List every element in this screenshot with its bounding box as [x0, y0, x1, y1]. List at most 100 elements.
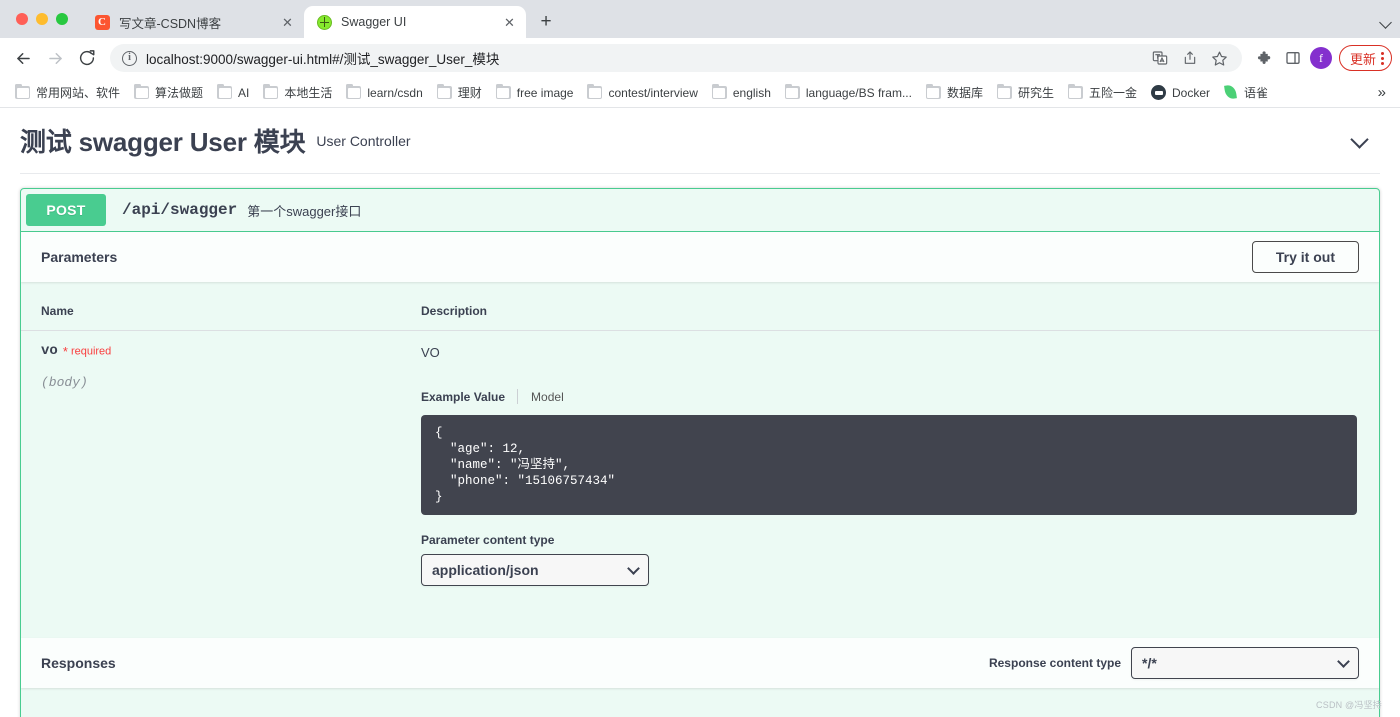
opblock-tag-header[interactable]: 测试 swagger User 模块 User Controller	[20, 108, 1380, 174]
opblock-tag-section: 测试 swagger User 模块 User Controller POST …	[0, 108, 1400, 717]
bookmark-item[interactable]: 算法做题	[127, 81, 210, 104]
maximize-window-button[interactable]	[56, 13, 68, 25]
table-header-row: Name Description	[21, 282, 1379, 331]
responses-header: Responses Response content type */*	[21, 638, 1379, 688]
parameter-content-type-select[interactable]: application/json	[421, 554, 649, 586]
parameter-location: (body)	[41, 375, 421, 390]
bookmark-item[interactable]: 数据库	[919, 81, 990, 104]
csdn-icon: C	[94, 14, 110, 30]
tab-title: Swagger UI	[341, 15, 492, 29]
bookmark-label: learn/csdn	[367, 86, 422, 100]
response-content-type-select[interactable]: */*	[1131, 647, 1359, 679]
bookmark-label: english	[733, 86, 771, 100]
column-header-name: Name	[21, 282, 421, 331]
parameter-type: VO	[421, 343, 1379, 360]
minimize-window-button[interactable]	[36, 13, 48, 25]
example-model-tabs: Example Value Model	[421, 389, 1379, 404]
bookmark-item[interactable]: 语雀	[1217, 81, 1275, 104]
parameter-name: vo * required	[41, 343, 421, 359]
response-content-type-value: */*	[1142, 655, 1157, 671]
bookmark-item[interactable]: 理财	[430, 81, 489, 104]
browser-tab-swagger-ui[interactable]: Swagger UI ✕	[304, 6, 526, 38]
new-tab-button[interactable]: +	[532, 7, 560, 35]
bookmarks-overflow-button[interactable]: »	[1372, 84, 1392, 101]
bookmark-item[interactable]: learn/csdn	[339, 83, 429, 103]
back-icon[interactable]	[8, 43, 38, 73]
kebab-menu-icon[interactable]	[1381, 52, 1384, 65]
opblock-body: Parameters Try it out Name Description	[21, 232, 1379, 717]
parameter-content-type-label: Parameter content type	[421, 533, 1379, 547]
share-icon[interactable]	[1180, 48, 1200, 68]
browser-toolbar: i localhost:9000/swagger-ui.html#/测试_swa…	[0, 38, 1400, 78]
translate-icon[interactable]	[1150, 48, 1170, 68]
bookmark-item[interactable]: 常用网站、软件	[8, 81, 127, 104]
bookmark-label: 五险一金	[1089, 84, 1137, 101]
bookmark-star-icon[interactable]	[1210, 48, 1230, 68]
bookmark-item[interactable]: 研究生	[990, 81, 1061, 104]
bookmark-label: 理财	[458, 84, 482, 101]
tab-list-chevron-icon[interactable]	[1381, 18, 1390, 30]
bookmark-item[interactable]: 本地生活	[256, 81, 339, 104]
folder-icon	[263, 86, 278, 99]
extensions-puzzle-icon[interactable]	[1256, 48, 1276, 68]
reload-icon[interactable]	[72, 43, 102, 73]
bookmark-label: 研究生	[1018, 84, 1054, 101]
bookmark-label: 算法做题	[155, 84, 203, 101]
bookmark-label: AI	[238, 86, 249, 100]
parameter-content-type-select-wrap: application/json	[421, 554, 649, 586]
bookmark-label: language/BS fram...	[806, 86, 912, 100]
tab-example-value[interactable]: Example Value	[421, 390, 517, 404]
http-method-badge: POST	[26, 194, 106, 226]
bookmark-item[interactable]: 五险一金	[1061, 81, 1144, 104]
tag-description: User Controller	[316, 133, 410, 149]
folder-icon	[1068, 86, 1083, 99]
close-window-button[interactable]	[16, 13, 28, 25]
update-button[interactable]: 更新	[1339, 45, 1392, 71]
bookmark-label: 数据库	[947, 84, 983, 101]
watermark: CSDN @冯坚持	[1316, 698, 1382, 711]
bookmark-item[interactable]: free image	[489, 83, 581, 103]
chevron-down-icon[interactable]	[1350, 131, 1370, 151]
try-it-out-button[interactable]: Try it out	[1252, 241, 1359, 273]
folder-icon	[712, 86, 727, 99]
swagger-icon	[316, 14, 332, 30]
folder-icon	[496, 86, 511, 99]
side-panel-icon[interactable]	[1283, 48, 1303, 68]
folder-icon	[785, 86, 800, 99]
parameter-content-type-value: application/json	[432, 562, 539, 578]
bookmark-label: contest/interview	[608, 86, 697, 100]
browser-window: C 写文章-CSDN博客 ✕ Swagger UI ✕ + i localhos…	[0, 0, 1400, 717]
required-marker: * required	[63, 344, 111, 359]
url-text: localhost:9000/swagger-ui.html#/测试_swagg…	[146, 48, 1141, 68]
bookmark-label: 常用网站、软件	[36, 84, 120, 101]
close-tab-button[interactable]: ✕	[501, 14, 518, 31]
opblock-summary[interactable]: POST /api/swagger 第一个swagger接口	[21, 189, 1379, 232]
bookmark-item[interactable]: Docker	[1144, 82, 1217, 103]
bookmarks-bar: 常用网站、软件 算法做题 AI 本地生活 learn/csdn 理财 free …	[0, 78, 1400, 108]
parameter-content-type-block: Parameter content type application/json	[421, 533, 1379, 586]
update-label: 更新	[1350, 49, 1376, 68]
bookmark-item[interactable]: english	[705, 83, 778, 103]
site-info-icon[interactable]: i	[122, 51, 137, 66]
parameter-description-cell: VO Example Value Model { "age": 12, "nam…	[421, 331, 1379, 639]
example-value-code[interactable]: { "age": 12, "name": "冯坚持", "phone": "15…	[421, 415, 1357, 515]
bookmark-item[interactable]: AI	[210, 83, 256, 103]
bookmark-item[interactable]: language/BS fram...	[778, 83, 919, 103]
parameters-heading: Parameters	[41, 249, 117, 265]
chevron-down-icon	[1337, 655, 1350, 668]
responses-body	[21, 688, 1379, 717]
parameters-header: Parameters Try it out	[21, 232, 1379, 282]
window-controls	[12, 0, 82, 38]
folder-icon	[997, 86, 1012, 99]
parameters-spacer	[421, 586, 1379, 638]
close-tab-button[interactable]: ✕	[279, 14, 296, 31]
responses-heading: Responses	[41, 655, 116, 671]
bookmark-label: free image	[517, 86, 574, 100]
browser-tab-csdn[interactable]: C 写文章-CSDN博客 ✕	[82, 6, 304, 38]
address-bar[interactable]: i localhost:9000/swagger-ui.html#/测试_swa…	[110, 44, 1242, 72]
bookmark-item[interactable]: contest/interview	[580, 83, 704, 103]
avatar[interactable]: f	[1310, 47, 1332, 69]
yuque-icon	[1224, 85, 1238, 100]
forward-icon[interactable]	[40, 43, 70, 73]
tab-model[interactable]: Model	[518, 390, 576, 404]
